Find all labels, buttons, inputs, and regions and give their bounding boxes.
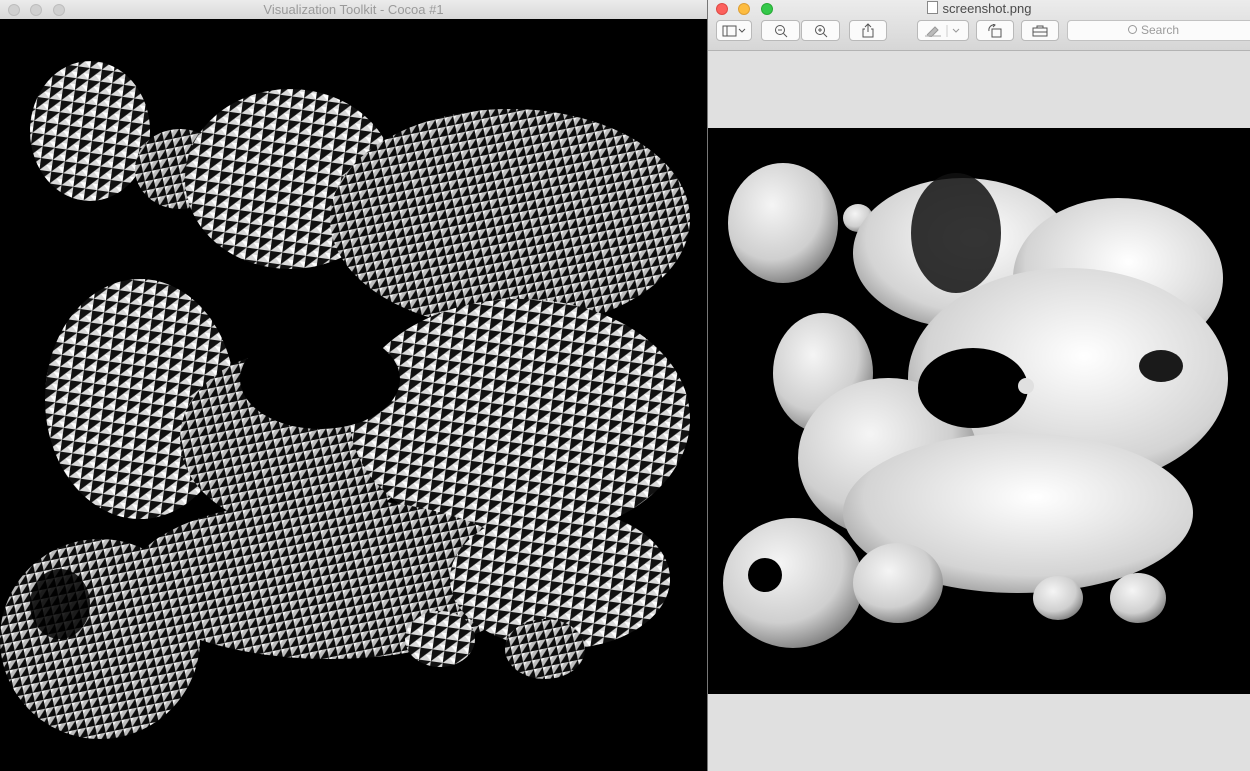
zoom-out-button[interactable] (761, 20, 800, 41)
zoom-in-icon (814, 24, 827, 37)
rotate-button[interactable] (976, 20, 1014, 41)
png-file-icon (926, 1, 938, 14)
search-field[interactable]: Search (1067, 20, 1250, 41)
preview-toolbar[interactable]: screenshot.png Search (708, 0, 1250, 51)
search-icon (1128, 25, 1137, 34)
toolbox-icon (1032, 25, 1048, 36)
markup-button[interactable] (917, 20, 969, 41)
zoom-out-icon (774, 24, 787, 37)
sidebar-toggle-button[interactable] (716, 20, 752, 41)
vtk-titlebar[interactable]: Visualization Toolkit - Cocoa #1 (0, 0, 707, 20)
vtk-window: Visualization Toolkit - Cocoa #1 (0, 0, 707, 771)
rotate-left-icon (988, 23, 1002, 37)
share-icon (862, 23, 874, 38)
smooth-surface-render (723, 163, 1228, 648)
wireframe-mesh-render (0, 61, 690, 739)
surface-blob (723, 163, 1228, 648)
markup-pen-icon (925, 24, 960, 37)
zoom-in-button[interactable] (801, 20, 840, 41)
preview-window-title: screenshot.png (708, 1, 1250, 16)
preview-window: screenshot.png Search (708, 0, 1250, 771)
toolbox-button[interactable] (1021, 20, 1059, 41)
sidebar-toggle-icon (722, 25, 746, 36)
vtk-window-title: Visualization Toolkit - Cocoa #1 (263, 2, 444, 17)
vtk-render-view[interactable] (0, 19, 707, 771)
mesh-blob (0, 61, 690, 739)
share-button[interactable] (849, 20, 887, 41)
search-placeholder: Search (1141, 23, 1180, 37)
preview-image[interactable] (708, 128, 1250, 694)
